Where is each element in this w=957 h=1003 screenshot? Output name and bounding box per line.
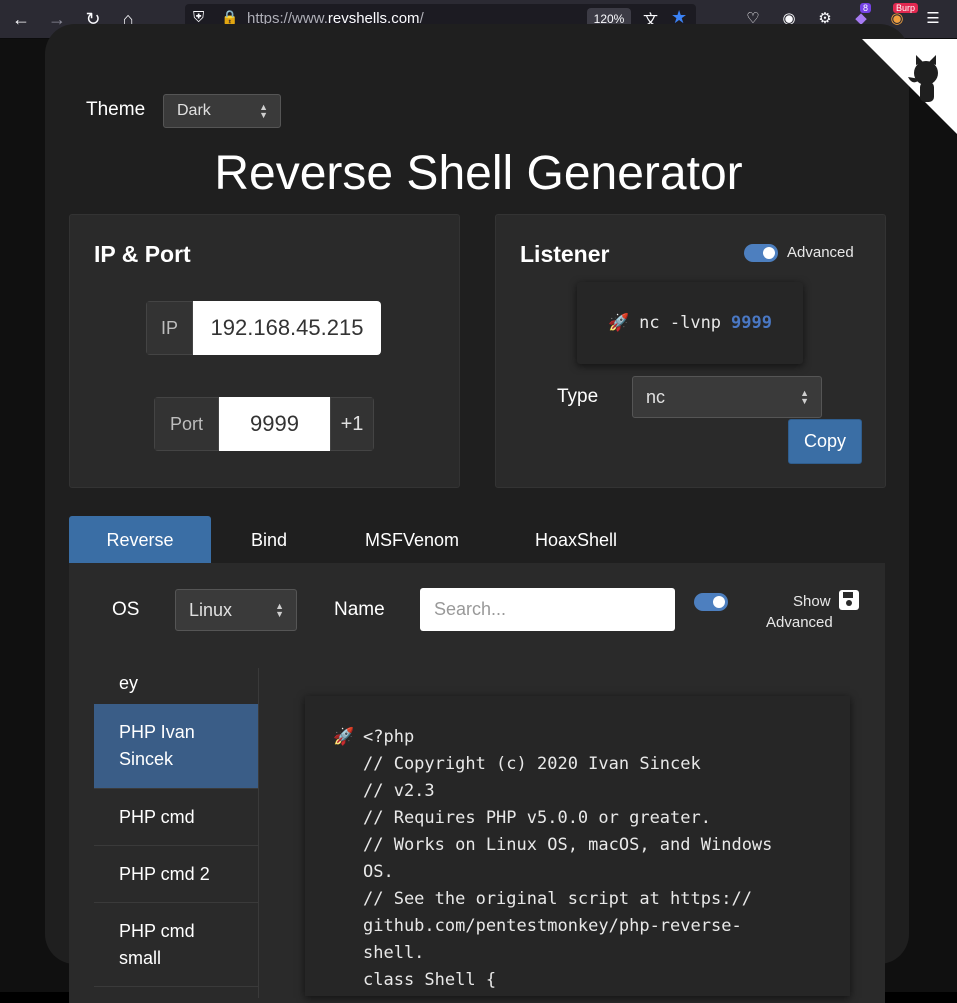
extension-badge: 8 — [860, 3, 872, 13]
list-item[interactable]: ey — [94, 668, 258, 704]
menu-icon[interactable]: ☰ — [922, 7, 944, 29]
copy-listener-button[interactable]: Copy — [788, 419, 862, 464]
rocket-icon: 🚀 — [607, 313, 630, 333]
back-icon[interactable]: ← — [8, 6, 34, 32]
tab-reverse[interactable]: Reverse — [69, 516, 211, 564]
select-arrows-icon: ▲ ▼ — [800, 388, 809, 406]
listener-type-value: nc — [646, 386, 666, 407]
list-item-active[interactable]: PHP Ivan Sincek — [94, 704, 258, 789]
list-item-label: ey — [119, 672, 139, 693]
page-title: Reverse Shell Generator — [214, 147, 743, 200]
rocket-icon: 🚀 — [333, 727, 355, 746]
show-advanced-label-1: Show — [793, 593, 831, 610]
theme-select[interactable]: Dark ▲ ▼ — [163, 94, 281, 128]
port-increment-button[interactable]: +1 — [330, 397, 374, 451]
select-arrows-icon: ▲ ▼ — [275, 601, 284, 619]
list-item[interactable]: PHP cmd 2 — [94, 846, 258, 903]
ip-input-group: IP 192.168.45.215 — [146, 301, 381, 355]
show-advanced-toggle[interactable] — [694, 593, 728, 611]
listener-advanced-toggle[interactable] — [744, 244, 778, 262]
tab-bind[interactable]: Bind — [228, 516, 310, 564]
burp-badge: Burp — [893, 3, 919, 13]
ip-port-heading: IP & Port — [94, 241, 191, 267]
port-input-group: Port 9999 +1 — [154, 397, 374, 451]
os-select-value: Linux — [189, 599, 233, 620]
os-select[interactable]: Linux ▲ ▼ — [175, 589, 297, 631]
listener-advanced-label: Advanced — [787, 244, 854, 261]
port-label: Port — [154, 397, 219, 451]
list-item-label: PHP cmd — [119, 806, 195, 827]
os-label: OS — [112, 599, 140, 620]
shell-list: ey PHP Ivan Sincek PHP cmd PHP cmd 2 PHP… — [94, 668, 259, 998]
ip-input[interactable]: 192.168.45.215 — [193, 301, 381, 355]
theme-select-value: Dark — [177, 102, 211, 119]
shell-code-text: <?php // Copyright (c) 2020 Ivan Sincek … — [363, 727, 773, 990]
listener-command-text: nc -lvnp — [639, 313, 722, 333]
save-icon[interactable] — [838, 589, 860, 611]
listener-type-select[interactable]: nc ▲ ▼ — [632, 376, 822, 418]
select-arrows-icon: ▲ ▼ — [259, 102, 268, 120]
search-input[interactable]: Search... — [420, 588, 675, 631]
tab-hoaxshell[interactable]: HoaxShell — [524, 516, 628, 564]
list-item-label: PHP cmd small — [119, 920, 195, 968]
github-corner-icon[interactable] — [862, 39, 957, 134]
list-item-label: PHP Ivan Sincek — [119, 722, 195, 769]
list-item[interactable]: PHP cmd small — [94, 903, 258, 987]
listener-heading: Listener — [520, 241, 610, 267]
listener-command-port: 9999 — [731, 313, 772, 333]
name-label: Name — [334, 599, 385, 620]
port-input[interactable]: 9999 — [219, 397, 330, 451]
tab-msfvenom[interactable]: MSFVenom — [355, 516, 469, 564]
theme-label: Theme — [86, 99, 146, 120]
listener-command[interactable]: 🚀 nc -lvnp 9999 — [577, 282, 803, 364]
show-advanced-label-2: Advanced — [766, 614, 833, 631]
list-item[interactable]: PHP cmd — [94, 789, 258, 846]
ip-label: IP — [146, 301, 193, 355]
shell-code-block[interactable]: 🚀 <?php // Copyright (c) 2020 Ivan Since… — [305, 696, 850, 996]
listener-type-label: Type — [557, 386, 599, 407]
list-item-label: PHP cmd 2 — [119, 863, 210, 884]
